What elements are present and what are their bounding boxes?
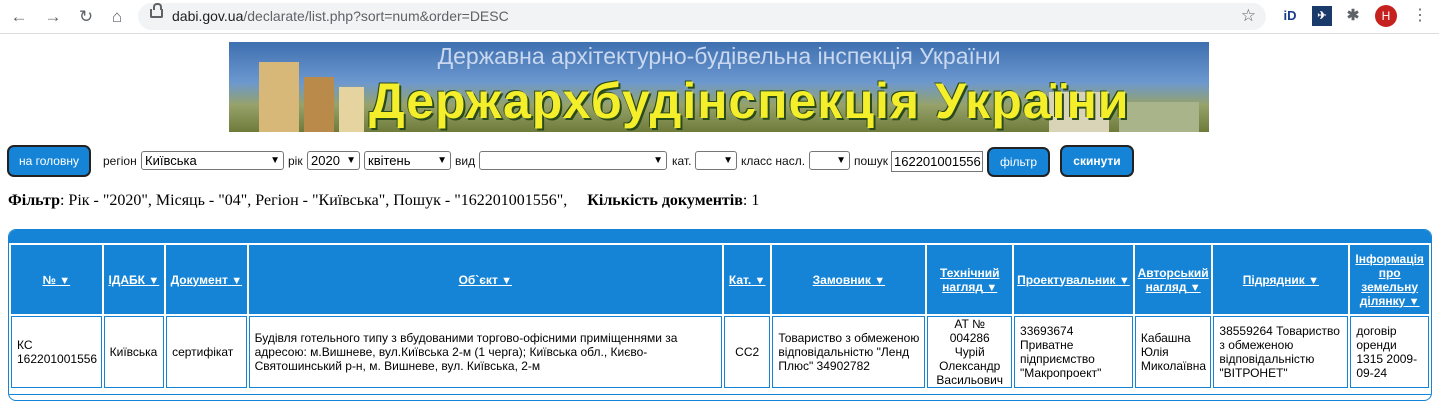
- type-label: вид: [455, 154, 476, 168]
- cell-author-supervision: Кабашна Юлія Миколаївна: [1134, 316, 1212, 388]
- lock-icon: [150, 3, 163, 18]
- column-header-document[interactable]: Документ ▼: [166, 245, 247, 314]
- search-input[interactable]: 162201001556: [891, 151, 983, 172]
- count-value: : 1: [742, 192, 760, 209]
- year-value: 2020: [311, 153, 340, 168]
- cell-object: Будівля готельного типу з вбудованими то…: [248, 316, 722, 388]
- banner-subtitle: Державна архітектурно-будівельна інспекц…: [437, 43, 1001, 69]
- class-label: класс насл.: [741, 154, 806, 168]
- category-label: кат.: [672, 154, 692, 168]
- column-header-object[interactable]: Об`єкт ▼: [248, 245, 722, 314]
- count-label: Кількість документів: [587, 192, 743, 209]
- back-arrow-icon[interactable]: ←: [8, 6, 30, 28]
- bookmark-star-icon[interactable]: ☆: [1241, 6, 1256, 26]
- month-select[interactable]: квітень ▼: [364, 151, 451, 170]
- filter-summary: Фільтр: Рік - "2020", Місяць - "04", Рег…: [8, 192, 759, 210]
- declarations-table-container: № ▼ ІДАБК ▼ Документ ▼ Об`єкт ▼ Кат. ▼ З…: [8, 229, 1432, 401]
- year-select[interactable]: 2020 ▼: [307, 151, 360, 170]
- sort-triangle-icon: ▼: [148, 274, 160, 287]
- column-header-tech-supervision[interactable]: Технічний нагляд ▼: [927, 245, 1013, 314]
- profile-avatar[interactable]: H: [1375, 5, 1397, 27]
- sort-triangle-icon: ▼: [59, 274, 71, 287]
- chevron-down-icon: ▼: [723, 155, 733, 166]
- filter-button[interactable]: фільтр: [987, 147, 1050, 177]
- column-header-customer[interactable]: Замовник ▼: [772, 245, 926, 314]
- region-label: регіон: [103, 154, 137, 168]
- cell-designer: 33693674 Приватне підприємство "Макропро…: [1014, 316, 1133, 388]
- type-select[interactable]: ▼: [479, 151, 667, 170]
- column-header-land-info[interactable]: Інформація про земельну ділянку ▼: [1350, 245, 1429, 314]
- sort-triangle-icon: ▼: [1189, 281, 1201, 294]
- year-label: рік: [288, 154, 303, 168]
- column-header-idabk[interactable]: ІДАБК ▼: [103, 245, 165, 314]
- filter-summary-label: Фільтр: [8, 192, 60, 209]
- sort-triangle-icon: ▼: [986, 281, 998, 294]
- reset-button[interactable]: скинути: [1060, 145, 1134, 177]
- sort-triangle-icon: ▼: [231, 274, 243, 287]
- column-header-designer[interactable]: Проектувальник ▼: [1014, 245, 1133, 314]
- cell-land-info: договір оренди 1315 2009-09-24: [1350, 316, 1429, 388]
- site-banner: Державна архітектурно-будівельна інспекц…: [229, 42, 1209, 132]
- url-domain: dabi.gov.ua: [172, 8, 244, 24]
- sort-triangle-icon: ▼: [501, 274, 513, 287]
- column-header-category[interactable]: Кат. ▼: [724, 245, 771, 314]
- month-value: квітень: [368, 153, 411, 168]
- banner-title: Держархбудінспекція України: [369, 73, 1130, 129]
- chevron-down-icon: ▼: [270, 155, 280, 166]
- cell-customer: Товариство з обмеженою відповідальністю …: [772, 316, 926, 388]
- region-value: Київська: [145, 153, 197, 168]
- column-header-number[interactable]: № ▼: [11, 245, 102, 314]
- chevron-down-icon: ▼: [346, 155, 356, 166]
- cell-tech-supervision: АТ № 004286 Чурій Олександр Васильович: [927, 316, 1013, 388]
- browser-toolbar: ← → ↻ ⌂ dabi.gov.ua/declarate/list.php?s…: [0, 0, 1439, 34]
- puzzle-extensions-icon[interactable]: ✱: [1343, 6, 1363, 26]
- address-bar[interactable]: dabi.gov.ua/declarate/list.php?sort=num&…: [138, 3, 1266, 30]
- cell-number: КС 162201001556: [11, 316, 102, 388]
- forward-arrow-icon[interactable]: →: [42, 6, 64, 28]
- cell-category: СС2: [724, 316, 771, 388]
- id-extension-icon[interactable]: iD: [1280, 6, 1300, 26]
- declarations-table: № ▼ ІДАБК ▼ Документ ▼ Об`єкт ▼ Кат. ▼ З…: [9, 243, 1431, 390]
- chevron-down-icon: ▼: [653, 155, 663, 166]
- extension-icon[interactable]: ✈: [1312, 6, 1332, 26]
- reload-icon[interactable]: ↻: [75, 6, 97, 28]
- home-icon[interactable]: ⌂: [106, 6, 128, 28]
- sort-triangle-icon: ▼: [874, 274, 886, 287]
- sort-triangle-icon: ▼: [1408, 295, 1420, 308]
- home-button[interactable]: на головну: [7, 145, 91, 177]
- table-top-bar: [9, 230, 1431, 243]
- table-footer: [9, 394, 1431, 400]
- url-path: /declarate/list.php?sort=num&order=DESC: [243, 8, 509, 24]
- chevron-down-icon: ▼: [437, 155, 447, 166]
- region-select[interactable]: Київська ▼: [141, 151, 284, 170]
- search-label: пошук: [854, 154, 889, 168]
- sort-triangle-icon: ▼: [1308, 274, 1319, 287]
- table-row: КС 162201001556 Київська сертифікат Буді…: [11, 316, 1429, 388]
- filter-summary-text: : Рік - "2020", Місяць - "04", Регіон - …: [59, 192, 568, 209]
- column-header-author-supervision[interactable]: Авторський нагляд ▼: [1134, 245, 1212, 314]
- cell-idabk: Київська: [103, 316, 165, 388]
- table-header-row: № ▼ ІДАБК ▼ Документ ▼ Об`єкт ▼ Кат. ▼ З…: [11, 245, 1429, 314]
- class-select[interactable]: ▼: [809, 151, 850, 170]
- sort-triangle-icon: ▼: [754, 274, 766, 287]
- column-header-contractor[interactable]: Підрядник ▼: [1213, 245, 1349, 314]
- more-menu-icon[interactable]: ⋮: [1412, 5, 1428, 25]
- chevron-down-icon: ▼: [836, 155, 846, 166]
- sort-triangle-icon: ▼: [1118, 274, 1130, 287]
- category-select[interactable]: ▼: [695, 151, 737, 170]
- cell-contractor: 38559264 Товариство з обмеженою відповід…: [1213, 316, 1349, 388]
- cell-document: сертифікат: [166, 316, 247, 388]
